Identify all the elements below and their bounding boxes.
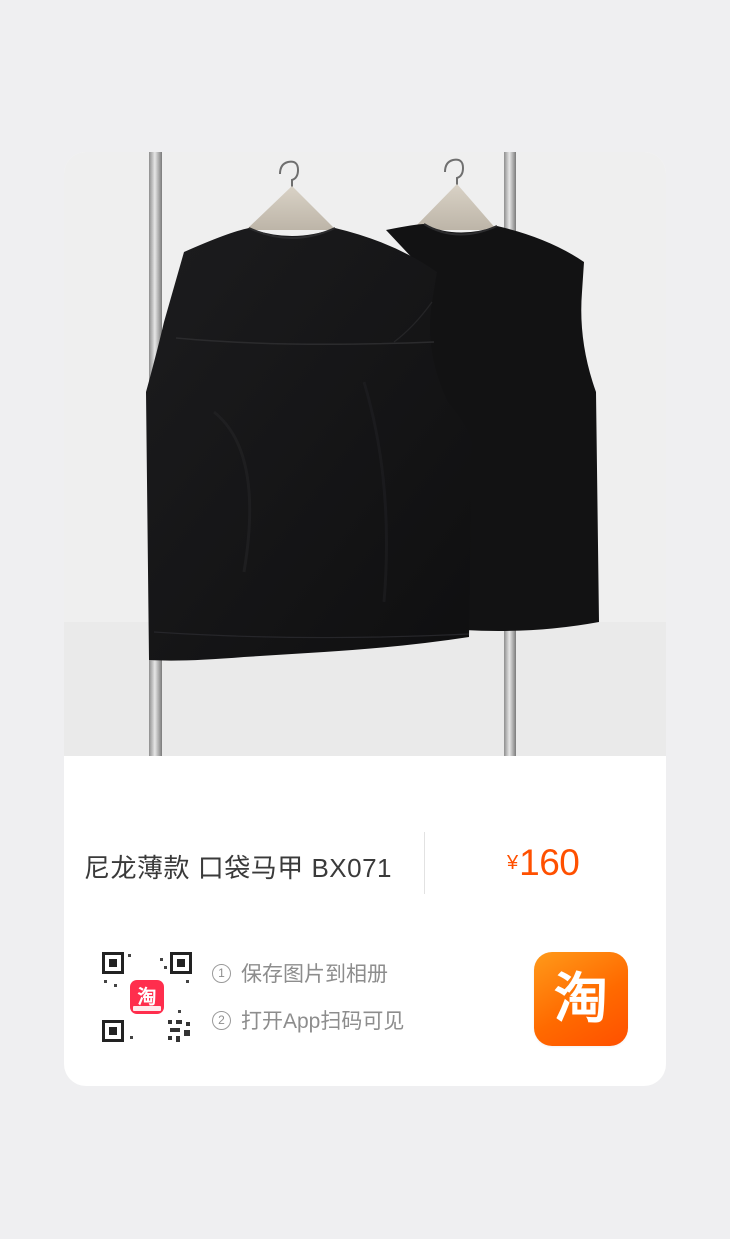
divider bbox=[424, 832, 425, 894]
product-price: ¥160 bbox=[507, 842, 580, 884]
product-title: 尼龙薄款 口袋马甲 BX071 bbox=[84, 853, 393, 883]
step-text: 打开App扫码可见 bbox=[241, 1010, 405, 1033]
qr-badge-glyph: 淘 bbox=[137, 985, 156, 1008]
share-card: 尼龙薄款 口袋马甲 BX071 ¥160 淘 1 保存图片到相册 2 打开App… bbox=[64, 152, 666, 1086]
price-amount: 160 bbox=[519, 842, 580, 883]
currency-symbol: ¥ bbox=[507, 852, 519, 874]
taobao-app-button[interactable]: 淘 bbox=[534, 952, 628, 1046]
product-photo-icon bbox=[64, 152, 666, 756]
step-text: 保存图片到相册 bbox=[241, 963, 388, 986]
product-image[interactable] bbox=[64, 152, 666, 756]
step-2: 2 打开App扫码可见 bbox=[212, 1008, 405, 1033]
scan-instructions: 1 保存图片到相册 2 打开App扫码可见 bbox=[212, 961, 404, 1055]
share-footer: 淘 1 保存图片到相册 2 打开App扫码可见 淘 bbox=[64, 926, 666, 1086]
step-1: 1 保存图片到相册 bbox=[212, 961, 404, 986]
step-number: 1 bbox=[212, 963, 231, 983]
step-number: 2 bbox=[212, 1010, 231, 1030]
taobao-app-icon: 淘 bbox=[554, 967, 608, 1030]
qr-code-icon[interactable]: 淘 bbox=[100, 950, 194, 1044]
product-info-row: 尼龙薄款 口袋马甲 BX071 ¥160 bbox=[64, 756, 666, 926]
